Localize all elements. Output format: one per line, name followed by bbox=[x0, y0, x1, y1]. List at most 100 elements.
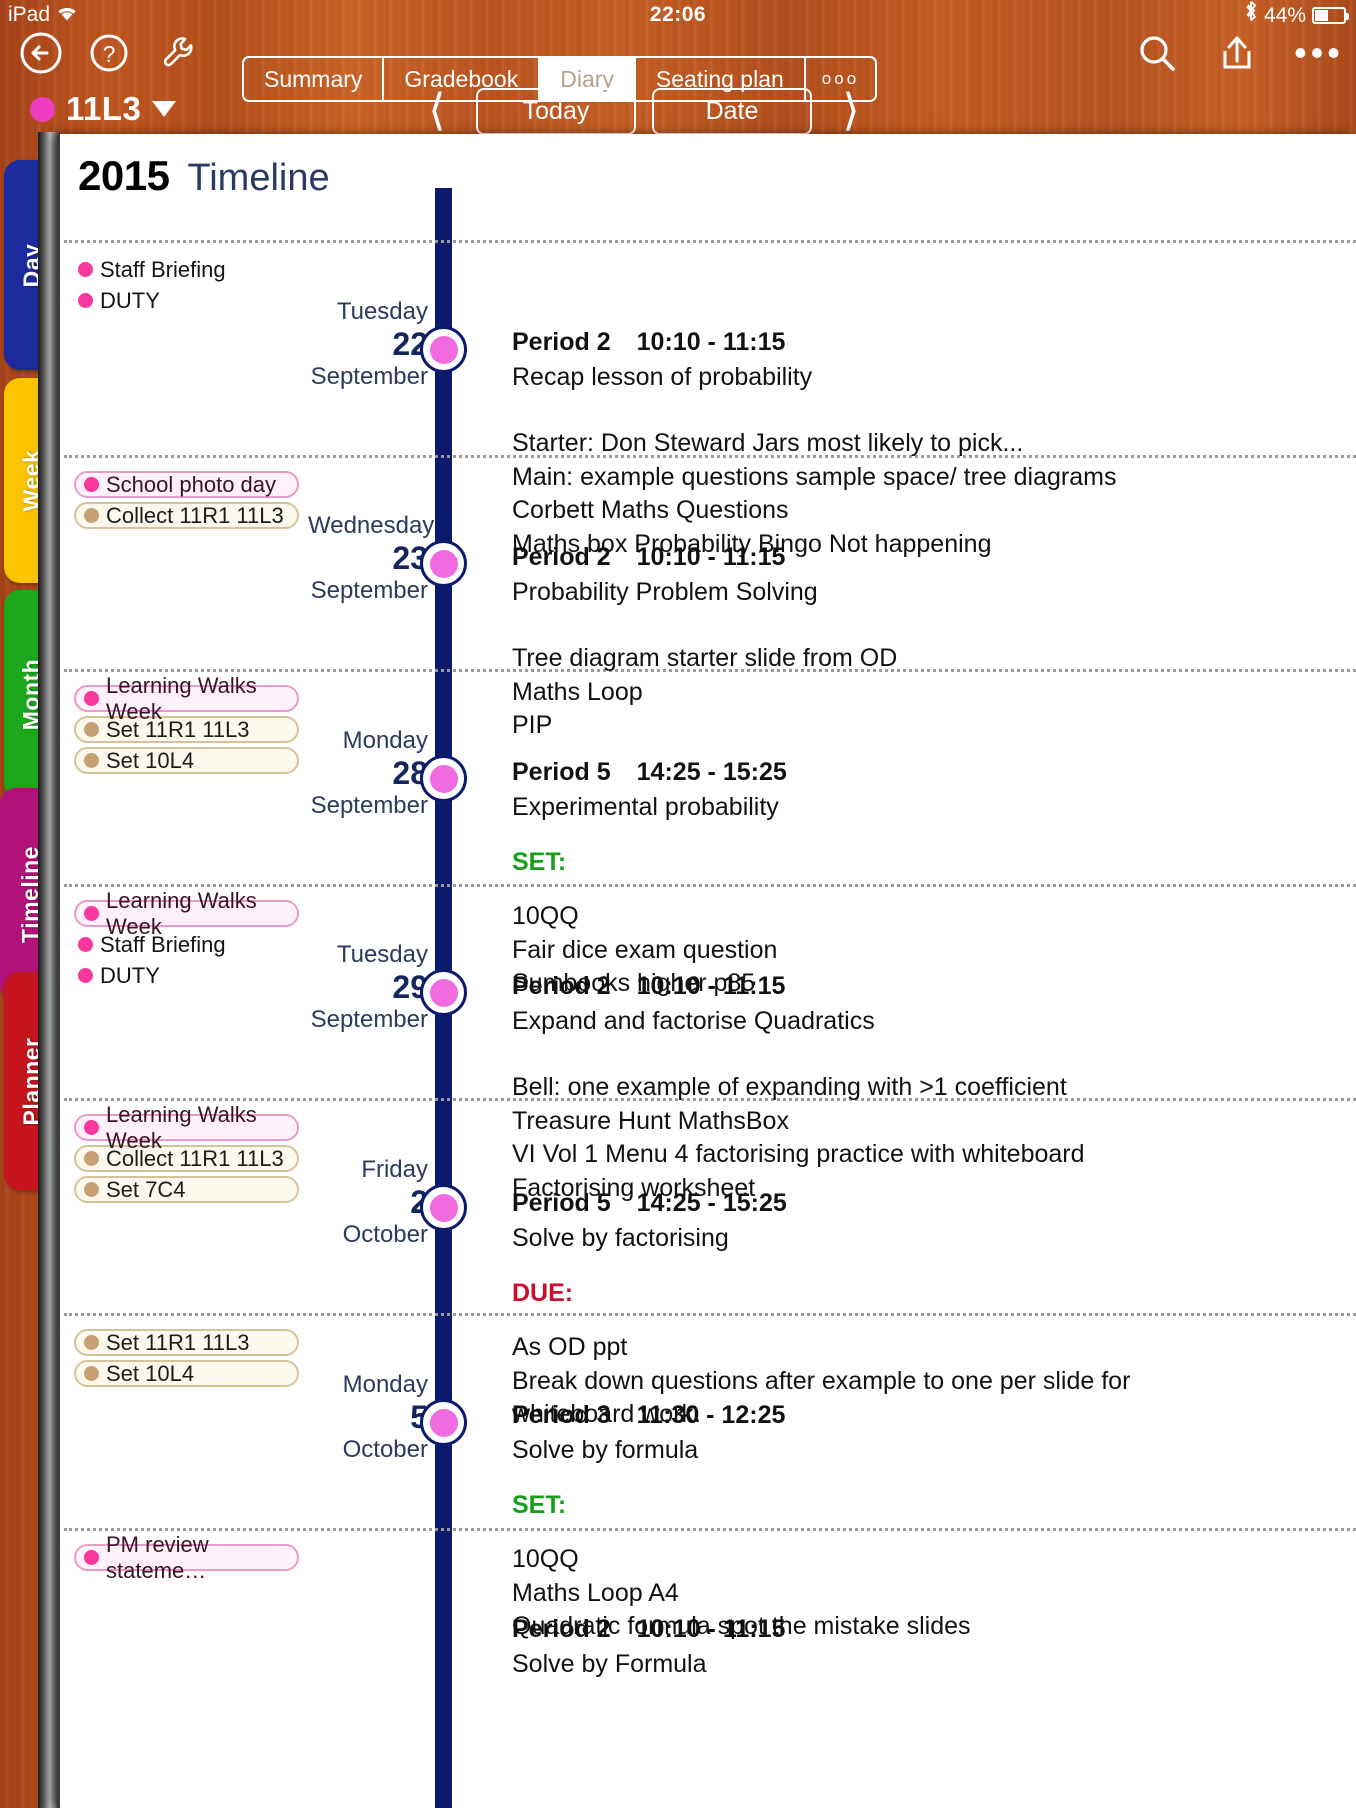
question-mark-icon[interactable]: ? bbox=[86, 30, 132, 76]
lesson-block[interactable]: Period 2 10:10 - 11:15 Solve by Formula bbox=[512, 1615, 1356, 1679]
event-label: Collect 11R1 11L3 bbox=[106, 502, 284, 528]
lesson-note: Starter: Don Steward Jars most likely to… bbox=[512, 429, 1024, 457]
timeline-node[interactable] bbox=[420, 540, 467, 587]
date-dow: Tuesday bbox=[336, 941, 428, 968]
lesson-tag-set: SET: bbox=[512, 848, 567, 876]
list-item[interactable]: PM review stateme… bbox=[74, 1532, 299, 1583]
timeline-node[interactable] bbox=[420, 326, 467, 373]
list-item[interactable]: DUTY bbox=[74, 962, 314, 989]
chevron-right-icon[interactable]: ⟩ bbox=[820, 84, 882, 138]
timeline-node[interactable] bbox=[420, 1399, 467, 1446]
date-navigator: ⟨ Today Date ⟩ bbox=[406, 84, 882, 138]
lesson-time: 10:10 - 11:15 bbox=[636, 543, 786, 571]
lesson-period: Period 5 bbox=[512, 758, 611, 786]
event-label: Set 11R1 11L3 bbox=[106, 1329, 250, 1355]
row-events: School photo day Collect 11R1 11L3 bbox=[74, 471, 314, 533]
app-root: iPad 22:06 44% ? Summary Gradebook Diary… bbox=[0, 0, 1356, 1808]
event-color-dot bbox=[84, 1335, 99, 1350]
lesson-note: Treasure Hunt MathsBox bbox=[512, 1106, 789, 1135]
lesson-header: Period 5 14:25 - 15:25 bbox=[512, 758, 1356, 787]
toolbar-left-icons: ? bbox=[18, 30, 200, 76]
timeline-node[interactable] bbox=[420, 969, 467, 1016]
list-item[interactable]: Set 10L4 bbox=[74, 747, 299, 774]
event-color-dot bbox=[84, 722, 99, 737]
list-item[interactable]: School photo day bbox=[74, 471, 299, 498]
date-dow: Monday bbox=[342, 1371, 428, 1398]
event-color-dot bbox=[84, 1120, 99, 1135]
date-dow: Tuesday bbox=[336, 298, 428, 325]
lesson-block[interactable]: Period 5 14:25 - 15:25 Solve by factorisi… bbox=[512, 1189, 1356, 1428]
event-label: Staff Briefing bbox=[100, 931, 226, 957]
date-day: 23 bbox=[392, 540, 428, 576]
list-item[interactable]: Learning Walks Week bbox=[74, 1102, 299, 1153]
lesson-time: 14:25 - 15:25 bbox=[636, 758, 787, 786]
row-date-label: Wednesday 23 September bbox=[308, 512, 435, 605]
lesson-time: 10:10 - 11:15 bbox=[636, 328, 786, 356]
lesson-period: Period 3 bbox=[512, 1401, 611, 1429]
list-item[interactable]: Set 7C4 bbox=[74, 1176, 299, 1203]
event-color-dot bbox=[84, 508, 99, 523]
timeline-node[interactable] bbox=[420, 755, 467, 802]
row-date-label: Tuesday 29 September bbox=[308, 941, 428, 1034]
date-day: 5 bbox=[410, 1399, 428, 1435]
event-label: Collect 11R1 11L3 bbox=[106, 1145, 284, 1171]
lesson-block[interactable]: Period 2 10:10 - 11:15 Expand and factori… bbox=[512, 972, 1356, 1201]
list-item[interactable]: Staff Briefing bbox=[74, 256, 314, 283]
event-color-dot bbox=[84, 753, 99, 768]
row-events: Learning Walks Week Collect 11R1 11L3 Se… bbox=[74, 1102, 314, 1207]
lesson-block[interactable]: Period 5 14:25 - 15:25 Experimental proba… bbox=[512, 758, 1356, 997]
lesson-block[interactable]: Period 2 10:10 - 11:15 Recap lesson of pr… bbox=[512, 328, 1356, 557]
lesson-block[interactable]: Period 3 11:30 - 12:25 Solve by formula S… bbox=[512, 1401, 1356, 1640]
list-item[interactable]: Learning Walks Week bbox=[74, 888, 299, 939]
lesson-note: VI Vol 1 Menu 4 factorising practice wit… bbox=[512, 1140, 1085, 1168]
list-item[interactable]: Set 11R1 11L3 bbox=[74, 1329, 299, 1356]
list-item[interactable]: Learning Walks Week bbox=[74, 673, 299, 724]
date-dow: Monday bbox=[342, 727, 428, 754]
date-month: September bbox=[310, 1005, 428, 1033]
list-item[interactable]: DUTY bbox=[74, 287, 314, 314]
class-name-label: 11L3 bbox=[66, 90, 142, 127]
battery-icon bbox=[1312, 7, 1349, 24]
date-month: October bbox=[342, 1220, 428, 1248]
list-item[interactable]: Collect 11R1 11L3 bbox=[74, 502, 299, 529]
event-label: Set 7C4 bbox=[106, 1176, 186, 1202]
timeline-node[interactable] bbox=[420, 1184, 467, 1231]
wrench-icon[interactable] bbox=[154, 30, 200, 76]
date-dow: Wednesday bbox=[308, 512, 435, 539]
row-events: Set 11R1 11L3 Set 10L4 bbox=[74, 1329, 314, 1391]
lesson-block[interactable]: Period 2 10:10 - 11:15 Probability Proble… bbox=[512, 543, 1356, 739]
lesson-period: Period 2 bbox=[512, 328, 611, 356]
event-color-dot bbox=[78, 968, 93, 983]
lesson-note: Bell: one example of expanding with >1 c… bbox=[512, 1073, 1067, 1101]
more-ellipsis-icon[interactable] bbox=[1294, 30, 1340, 76]
class-selector[interactable]: 11L3 bbox=[30, 90, 177, 128]
lesson-title: Expand and factorise Quadratics bbox=[512, 1007, 875, 1035]
toolbar-right-icons bbox=[1134, 30, 1340, 76]
search-icon[interactable] bbox=[1134, 30, 1180, 76]
event-label: Set 11R1 11L3 bbox=[106, 716, 250, 742]
lesson-note: Main: example questions sample space/ tr… bbox=[512, 462, 1117, 491]
chevron-down-icon[interactable] bbox=[152, 101, 177, 117]
event-label: School photo day bbox=[106, 471, 277, 497]
lesson-tag-set: SET: bbox=[512, 1491, 567, 1519]
lesson-time: 10:10 - 11:15 bbox=[636, 1615, 786, 1643]
date-month: September bbox=[310, 791, 428, 819]
lesson-note: 10QQ bbox=[512, 902, 579, 930]
lesson-header: Period 3 11:30 - 12:25 bbox=[512, 1401, 1356, 1430]
lesson-header: Period 2 10:10 - 11:15 bbox=[512, 328, 1356, 357]
row-events: Learning Walks Week Set 11R1 11L3 Set 10… bbox=[74, 673, 314, 778]
lesson-title: Experimental probability bbox=[512, 793, 779, 821]
event-color-dot bbox=[84, 1182, 99, 1197]
lesson-period: Period 2 bbox=[512, 543, 611, 571]
toolbar: ? Summary Gradebook Diary Seating plan o… bbox=[0, 26, 1356, 102]
share-upload-icon[interactable] bbox=[1214, 30, 1260, 76]
today-button[interactable]: Today bbox=[476, 87, 636, 135]
lesson-header: Period 5 14:25 - 15:25 bbox=[512, 1189, 1356, 1218]
list-item[interactable]: Set 10L4 bbox=[74, 1360, 299, 1387]
lesson-note: Break down questions after example to on… bbox=[512, 1366, 1131, 1395]
date-button[interactable]: Date bbox=[652, 87, 812, 135]
chevron-left-icon[interactable]: ⟨ bbox=[406, 84, 468, 138]
lesson-note: Tree diagram starter slide from OD bbox=[512, 644, 898, 672]
back-arrow-icon[interactable] bbox=[18, 30, 64, 76]
list-item[interactable]: Collect 11R1 11L3 bbox=[74, 1145, 299, 1172]
